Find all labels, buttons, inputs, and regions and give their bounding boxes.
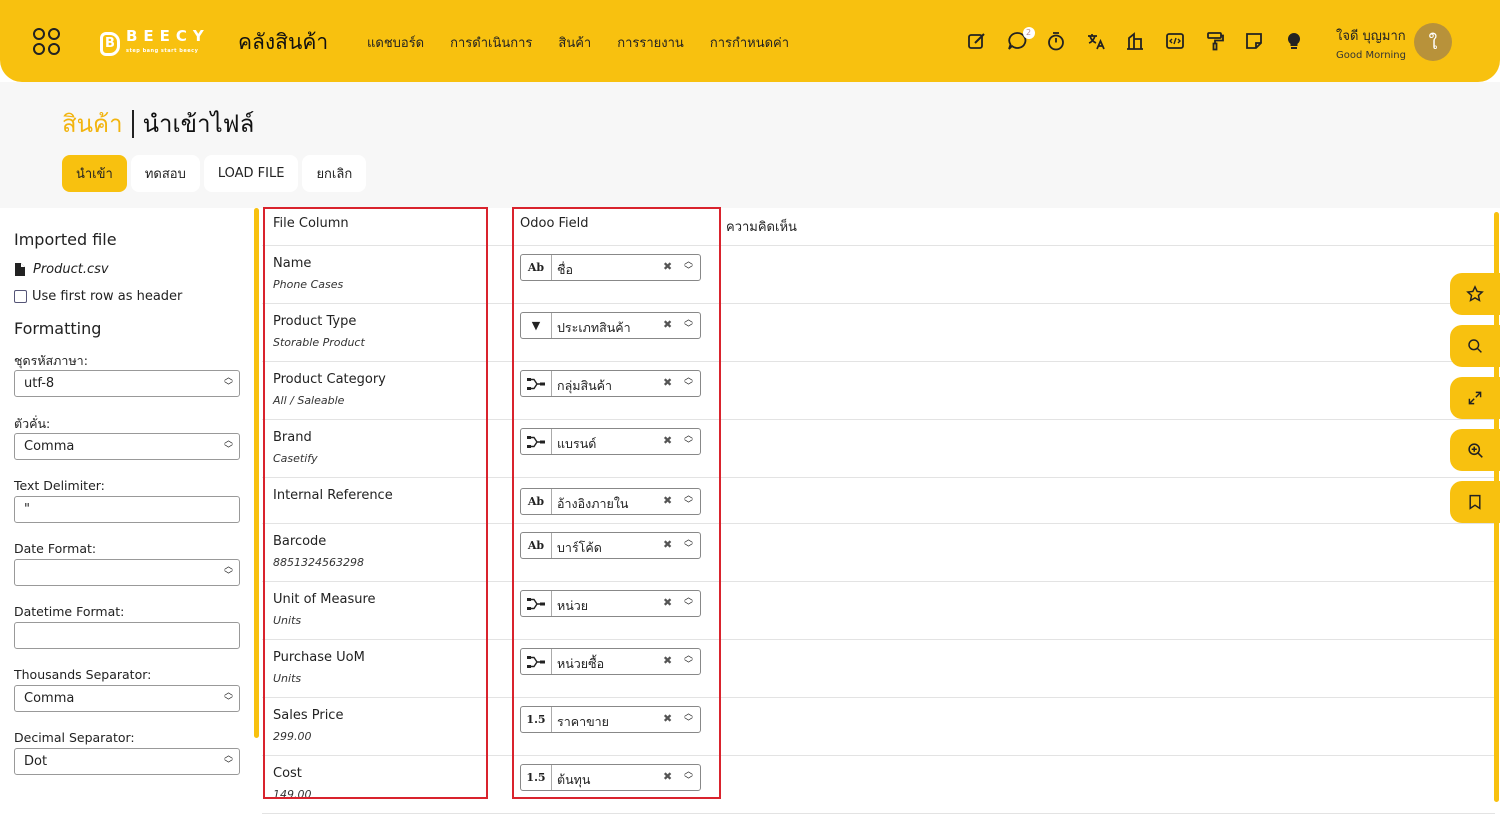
separator-label: ตัวคั่น: <box>14 416 51 431</box>
app-title: คลังสินค้า <box>238 30 329 54</box>
odoo-field-highlight <box>512 207 721 799</box>
load-file-button[interactable]: LOAD FILE <box>203 155 299 192</box>
date-format-select[interactable]: ︿ ﹀ <box>14 559 240 586</box>
lightbulb-icon[interactable] <box>1283 30 1305 52</box>
building-icon[interactable] <box>1124 30 1146 52</box>
first-row-header-option: Use first row as header <box>14 289 182 304</box>
beecy-logo[interactable]: B BEECY step bang start beecy <box>100 29 210 58</box>
chevron-updown-icon: ︿ ﹀ <box>223 688 233 707</box>
greeting: Good Morning <box>1336 50 1406 61</box>
datetime-format-input[interactable] <box>14 622 240 649</box>
decimal-separator-select[interactable]: Dot ︿ ﹀ <box>14 748 240 775</box>
chat-badge: 2 <box>1022 27 1035 39</box>
main-menu: แดชบอร์ด การดำเนินการ สินค้า การรายงาน ก… <box>367 32 815 53</box>
float-expand-button[interactable] <box>1450 377 1500 419</box>
top-navbar: B BEECY step bang start beecy คลังสินค้า … <box>0 0 1500 82</box>
file-info: Product.csv <box>15 262 109 277</box>
thousands-value: Comma <box>24 691 75 706</box>
avatar[interactable]: ใ <box>1414 23 1452 61</box>
timer-icon[interactable] <box>1045 30 1067 52</box>
decimal-value: Dot <box>24 754 48 769</box>
first-row-header-checkbox[interactable] <box>14 290 27 303</box>
code-icon[interactable] <box>1164 30 1186 52</box>
import-options-sidebar: Imported file Product.csv Use first row … <box>0 208 258 802</box>
formatting-title: Formatting <box>14 319 102 338</box>
encoding-label: ชุดรหัสภาษา: <box>14 353 88 368</box>
thousands-separator-label: Thousands Separator: <box>14 667 152 682</box>
expand-icon <box>1468 391 1482 405</box>
separator-select[interactable]: Comma ︿ ﹀ <box>14 433 240 460</box>
float-bookmark-button[interactable] <box>1450 481 1500 523</box>
file-column-highlight <box>263 207 488 799</box>
cancel-button[interactable]: ยกเลิก <box>302 155 367 192</box>
breadcrumb-parent[interactable]: สินค้า <box>62 104 123 143</box>
menu-operations[interactable]: การดำเนินการ <box>450 32 532 53</box>
text-delimiter-label: Text Delimiter: <box>14 478 105 493</box>
zoom-in-icon <box>1467 442 1483 458</box>
apps-grid-icon[interactable] <box>33 28 61 56</box>
logo-text: BEECY <box>126 27 210 45</box>
page-title: นำเข้าไฟล์ <box>142 110 255 138</box>
import-button[interactable]: นำเข้า <box>62 155 127 192</box>
breadcrumb-separator <box>131 109 134 138</box>
first-row-header-label: Use first row as header <box>32 289 183 304</box>
decimal-separator-label: Decimal Separator: <box>14 730 135 745</box>
user-info[interactable]: ใจดี บุญมาก Good Morning <box>1336 25 1406 61</box>
star-icon <box>1466 285 1484 302</box>
menu-products[interactable]: สินค้า <box>558 32 591 53</box>
chevron-updown-icon: ︿ ﹀ <box>223 562 233 581</box>
comment-header: ความคิดเห็น <box>726 220 797 235</box>
float-search-button[interactable] <box>1450 325 1500 367</box>
chevron-updown-icon: ︿ ﹀ <box>223 436 233 455</box>
breadcrumb: สินค้า นำเข้าไฟล์ <box>62 104 254 143</box>
action-buttons: นำเข้า ทดสอบ LOAD FILE ยกเลิก <box>62 155 370 192</box>
logo-tagline: step bang start beecy <box>126 48 199 54</box>
translate-icon[interactable] <box>1085 30 1107 52</box>
toolbar-icons: 2 <box>966 27 1322 52</box>
date-format-label: Date Format: <box>14 541 97 556</box>
text-delimiter-input[interactable]: " <box>14 496 240 523</box>
menu-configuration[interactable]: การกำหนดค่า <box>710 32 789 53</box>
paint-roller-icon[interactable] <box>1204 30 1226 52</box>
encoding-value: utf-8 <box>24 376 55 391</box>
thousands-separator-select[interactable]: Comma ︿ ﹀ <box>14 685 240 712</box>
note-icon[interactable] <box>1243 30 1265 52</box>
bookmark-icon <box>1469 494 1481 510</box>
menu-dashboard[interactable]: แดชบอร์ด <box>367 32 424 53</box>
float-star-button[interactable] <box>1450 273 1500 315</box>
file-icon <box>15 263 25 276</box>
test-button[interactable]: ทดสอบ <box>130 155 200 192</box>
float-zoom-button[interactable] <box>1450 429 1500 471</box>
imported-file-title: Imported file <box>14 230 117 249</box>
chat-icon[interactable]: 2 <box>1006 27 1035 52</box>
search-icon <box>1468 339 1482 353</box>
chevron-updown-icon: ︿ ﹀ <box>223 751 233 770</box>
encoding-select[interactable]: utf-8 ︿ ﹀ <box>14 370 240 397</box>
separator-value: Comma <box>24 439 75 454</box>
logo-mark: B <box>100 31 120 56</box>
menu-reporting[interactable]: การรายงาน <box>617 32 684 53</box>
datetime-format-label: Datetime Format: <box>14 604 125 619</box>
chevron-updown-icon: ︿ ﹀ <box>223 373 233 392</box>
user-name: ใจดี บุญมาก <box>1336 29 1406 44</box>
sidebar-scrollbar[interactable] <box>254 208 259 738</box>
edit-icon[interactable] <box>966 30 988 52</box>
file-name: Product.csv <box>33 262 109 277</box>
